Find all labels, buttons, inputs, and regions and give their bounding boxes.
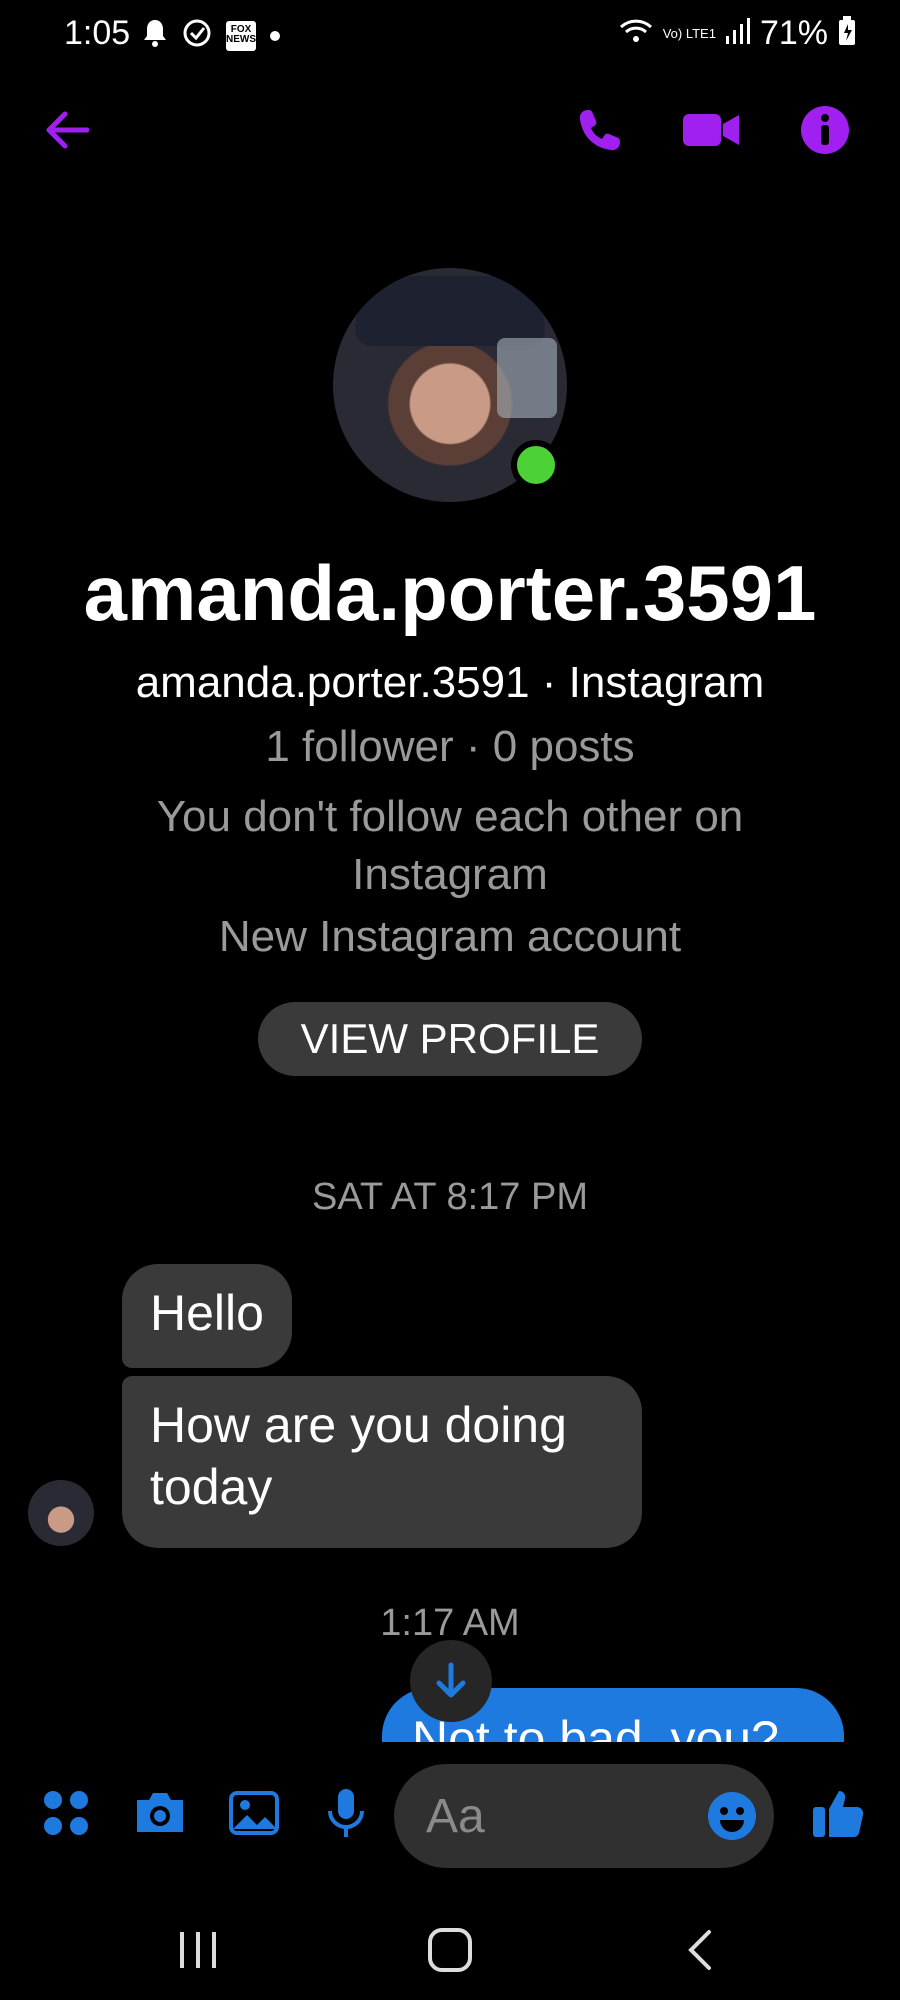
emoji-icon[interactable]	[706, 1790, 758, 1842]
timestamp: SAT AT 8:17 PM	[312, 1176, 588, 1218]
incoming-message[interactable]: How are you doing today	[122, 1376, 642, 1548]
message-input[interactable]: Aa	[394, 1764, 774, 1868]
thumbs-up-icon	[813, 1791, 864, 1837]
microphone-icon	[328, 1789, 364, 1837]
gallery-button[interactable]	[224, 1778, 284, 1848]
scroll-to-bottom-button[interactable]	[410, 1640, 492, 1722]
image-icon	[229, 1791, 279, 1835]
apps-menu-button[interactable]	[36, 1778, 96, 1848]
home-icon	[428, 1928, 472, 1972]
chevron-left-icon	[688, 1930, 711, 1970]
like-button[interactable]	[808, 1778, 868, 1848]
incoming-message[interactable]: Hello	[122, 1264, 292, 1368]
four-dots-icon	[44, 1791, 88, 1835]
camera-button[interactable]	[130, 1778, 190, 1848]
camera-icon	[137, 1793, 183, 1832]
recent-apps-button[interactable]	[158, 1920, 238, 1980]
message-input-placeholder: Aa	[426, 1789, 485, 1843]
home-button[interactable]	[410, 1920, 490, 1980]
recent-apps-icon	[180, 1932, 216, 1968]
arrow-down-icon	[436, 1662, 466, 1698]
system-back-button[interactable]	[660, 1920, 740, 1980]
timestamp: 1:17 AM	[380, 1602, 520, 1644]
sender-avatar[interactable]	[28, 1480, 94, 1546]
voice-message-button[interactable]	[316, 1778, 376, 1848]
message-thread[interactable]: SAT AT 8:17 PM Hello How are you doing t…	[0, 0, 900, 1742]
